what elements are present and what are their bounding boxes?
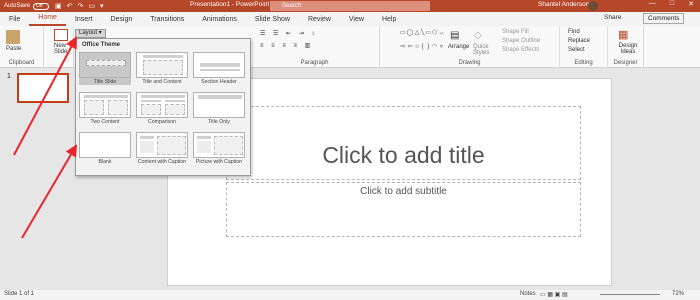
zoom-level[interactable]: 72% (672, 291, 684, 297)
arrow-to-layout-gallery (21, 144, 78, 239)
status-bar: Slide 1 of 1 Notes ▭ ▦ ▣ ▤ 72% (0, 290, 700, 300)
annotation-arrows (13, 36, 78, 239)
arrow-to-layout-button (13, 36, 77, 156)
comments-status-icon[interactable]: ▭ ▦ ▣ ▤ (540, 291, 568, 298)
slide-count: Slide 1 of 1 (4, 291, 35, 297)
notes-button[interactable]: Notes (520, 291, 536, 297)
zoom-slider[interactable] (600, 294, 660, 295)
